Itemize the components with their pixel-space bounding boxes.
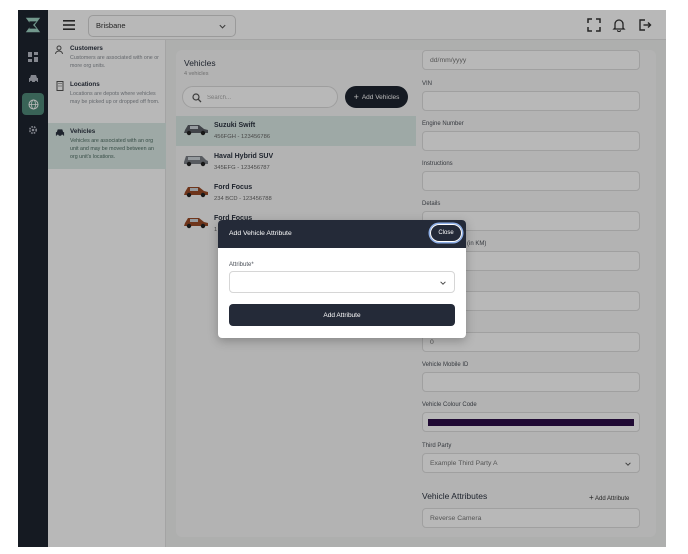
modal-title: Add Vehicle Attribute — [229, 230, 292, 237]
add-vehicle-attribute-modal: Add Vehicle Attribute Close Attribute* A… — [218, 220, 466, 338]
add-attribute-button[interactable]: Add Attribute — [229, 304, 455, 326]
attribute-field-label: Attribute* — [229, 262, 254, 268]
attribute-select[interactable] — [229, 271, 455, 293]
attribute-label-text: Attribute — [229, 262, 252, 268]
required-mark: * — [251, 262, 254, 268]
modal-close-button[interactable]: Close — [430, 224, 462, 242]
modal-header: Add Vehicle Attribute Close — [218, 220, 466, 248]
app-window: Brisbane Customers Customers are associa… — [18, 10, 666, 547]
chevron-down-icon — [440, 281, 446, 285]
